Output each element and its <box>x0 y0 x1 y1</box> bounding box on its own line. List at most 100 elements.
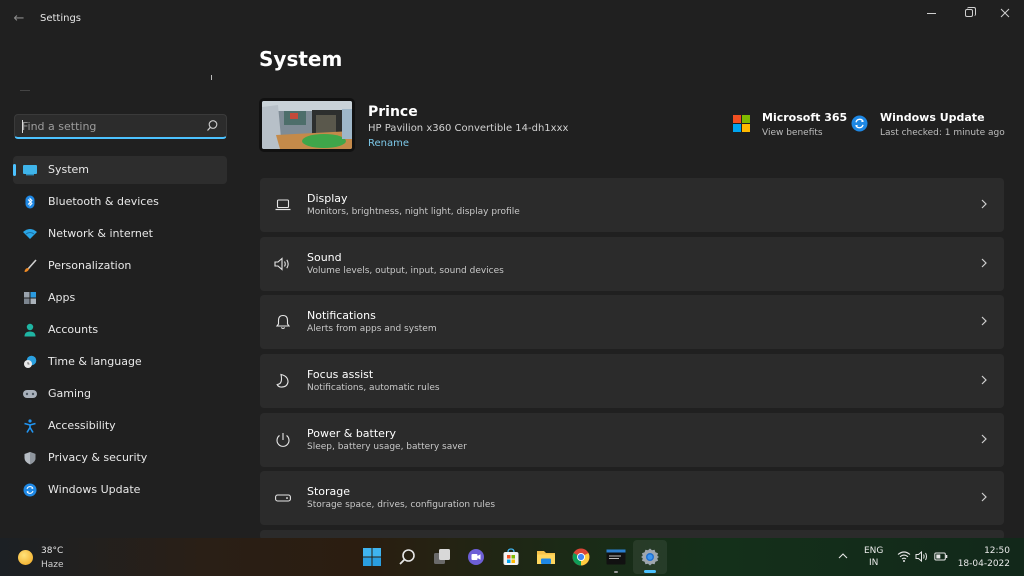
active-indicator <box>644 570 657 573</box>
gamepad-icon <box>22 387 38 401</box>
chevron-up-icon[interactable] <box>836 549 850 563</box>
sidebar-item-label: System <box>48 163 90 176</box>
sun-icon <box>18 550 33 565</box>
power-icon <box>274 431 292 449</box>
settings-card-display[interactable]: Display Monitors, brightness, night ligh… <box>260 178 1004 232</box>
chrome-button[interactable] <box>564 540 598 574</box>
settings-card-storage[interactable]: Storage Storage space, drives, configura… <box>260 471 1004 526</box>
chat-button[interactable] <box>459 540 493 574</box>
card-subtitle: Sleep, battery usage, battery saver <box>307 441 467 452</box>
back-button[interactable]: ← <box>10 10 28 28</box>
clock-time: 12:50 <box>984 546 1010 556</box>
card-title: Display <box>307 192 348 205</box>
storage-drive-icon <box>274 489 292 507</box>
teams-chat-icon <box>468 549 485 565</box>
sidebar-item-network[interactable]: Network & internet <box>13 220 227 248</box>
windows-update-promo[interactable]: Windows Update Last checked: 1 minute ag… <box>851 110 1011 140</box>
sidebar-item-bluetooth[interactable]: Bluetooth & devices <box>13 188 227 216</box>
settings-app-button[interactable] <box>633 540 668 574</box>
close-button[interactable] <box>986 0 1024 26</box>
laptop-icon <box>274 196 292 214</box>
accessibility-icon <box>22 419 38 433</box>
sidebar: System Bluetooth & devices Network & int… <box>0 38 240 538</box>
card-title: Storage <box>307 485 351 499</box>
sidebar-item-windows-update[interactable]: Windows Update <box>13 476 227 504</box>
minimize-button[interactable] <box>912 0 950 26</box>
restore-button[interactable] <box>950 0 988 26</box>
text-caret <box>22 120 23 133</box>
wallpaper-image <box>262 101 352 149</box>
microsoft-365-promo[interactable]: Microsoft 365 View benefits <box>733 110 847 140</box>
settings-card-partial[interactable] <box>260 530 1004 538</box>
chrome-icon <box>572 548 590 566</box>
wifi-icon[interactable] <box>897 550 911 563</box>
sidebar-item-label: Privacy & security <box>48 451 148 464</box>
chevron-right-icon <box>981 316 987 326</box>
taskbar: 38°C Haze ENG IN 12:50 18-04-2022 <box>0 538 1024 576</box>
sidebar-item-apps[interactable]: Apps <box>13 284 227 312</box>
sidebar-item-label: Network & internet <box>48 227 153 240</box>
clock-date: 18-04-2022 <box>957 559 1010 569</box>
arrow-left-icon: ← <box>13 11 25 26</box>
taskbar-apps <box>355 540 668 574</box>
windows-update-icon <box>851 115 868 132</box>
system-tray: ENG IN 12:50 18-04-2022 <box>836 542 1024 572</box>
desktop-wallpaper-thumbnail <box>259 98 355 152</box>
settings-card-notifications[interactable]: Notifications Alerts from apps and syste… <box>260 295 1004 350</box>
sidebar-item-time-language[interactable]: Time & language <box>13 348 227 376</box>
sidebar-item-label: Bluetooth & devices <box>48 195 159 208</box>
terminal-icon <box>606 549 626 565</box>
sidebar-item-personalization[interactable]: Personalization <box>13 252 227 280</box>
card-title: Sound <box>307 250 342 264</box>
bell-icon <box>274 313 292 331</box>
card-title: Power & battery <box>307 426 396 440</box>
sidebar-item-label: Apps <box>48 291 76 304</box>
apps-icon <box>22 291 38 305</box>
page-title: System <box>259 47 343 71</box>
user-profile-area[interactable] <box>14 68 224 98</box>
user-placeholder <box>20 90 30 91</box>
taskbar-search-button[interactable] <box>390 540 424 574</box>
battery-icon[interactable] <box>934 550 948 563</box>
card-subtitle: Monitors, brightness, night light, displ… <box>307 207 520 217</box>
folder-icon <box>536 551 555 564</box>
sidebar-item-label: Accessibility <box>48 419 116 432</box>
settings-card-sound[interactable]: Sound Volume levels, output, input, soun… <box>260 236 1004 291</box>
volume-icon[interactable] <box>915 550 929 563</box>
sidebar-item-accessibility[interactable]: Accessibility <box>13 412 227 440</box>
sidebar-item-gaming[interactable]: Gaming <box>13 380 227 408</box>
chevron-right-icon <box>981 375 987 385</box>
card-title: Focus assist <box>307 368 374 382</box>
file-explorer-button[interactable] <box>529 540 563 574</box>
promo-title: Microsoft 365 <box>762 111 848 124</box>
start-button[interactable] <box>355 540 389 574</box>
title-bar: ← Settings <box>0 0 1024 38</box>
settings-card-power-battery[interactable]: Power & battery Sleep, battery usage, ba… <box>260 412 1004 467</box>
clock[interactable]: 12:50 18-04-2022 <box>958 545 1010 571</box>
speaker-icon <box>274 255 292 273</box>
running-indicator <box>613 571 618 573</box>
card-subtitle: Volume levels, output, input, sound devi… <box>307 265 504 276</box>
microsoft-logo-icon <box>733 115 750 132</box>
weather-widget[interactable]: 38°C Haze <box>16 544 96 572</box>
language-code: ENG <box>864 546 884 556</box>
language-indicator[interactable]: ENG IN <box>864 545 883 569</box>
search-icon <box>399 549 415 565</box>
shield-icon <box>22 451 38 465</box>
terminal-button[interactable] <box>599 540 633 574</box>
search-icon[interactable] <box>206 119 218 133</box>
sidebar-item-accounts[interactable]: Accounts <box>13 316 227 344</box>
store-button[interactable] <box>494 540 528 574</box>
rename-link[interactable]: Rename <box>368 138 409 149</box>
sidebar-item-privacy-security[interactable]: Privacy & security <box>13 444 227 472</box>
task-view-button[interactable] <box>425 540 459 574</box>
brush-icon <box>22 259 38 273</box>
card-title: Notifications <box>307 309 376 323</box>
search-box[interactable] <box>14 114 227 139</box>
settings-card-focus-assist[interactable]: Focus assist Notifications, automatic ru… <box>260 354 1004 409</box>
search-input[interactable] <box>22 118 202 135</box>
sidebar-item-system[interactable]: System <box>13 156 227 184</box>
card-subtitle: Storage space, drives, configuration rul… <box>307 500 496 511</box>
promo-subtitle: View benefits <box>762 128 823 138</box>
restore-icon <box>965 7 976 17</box>
